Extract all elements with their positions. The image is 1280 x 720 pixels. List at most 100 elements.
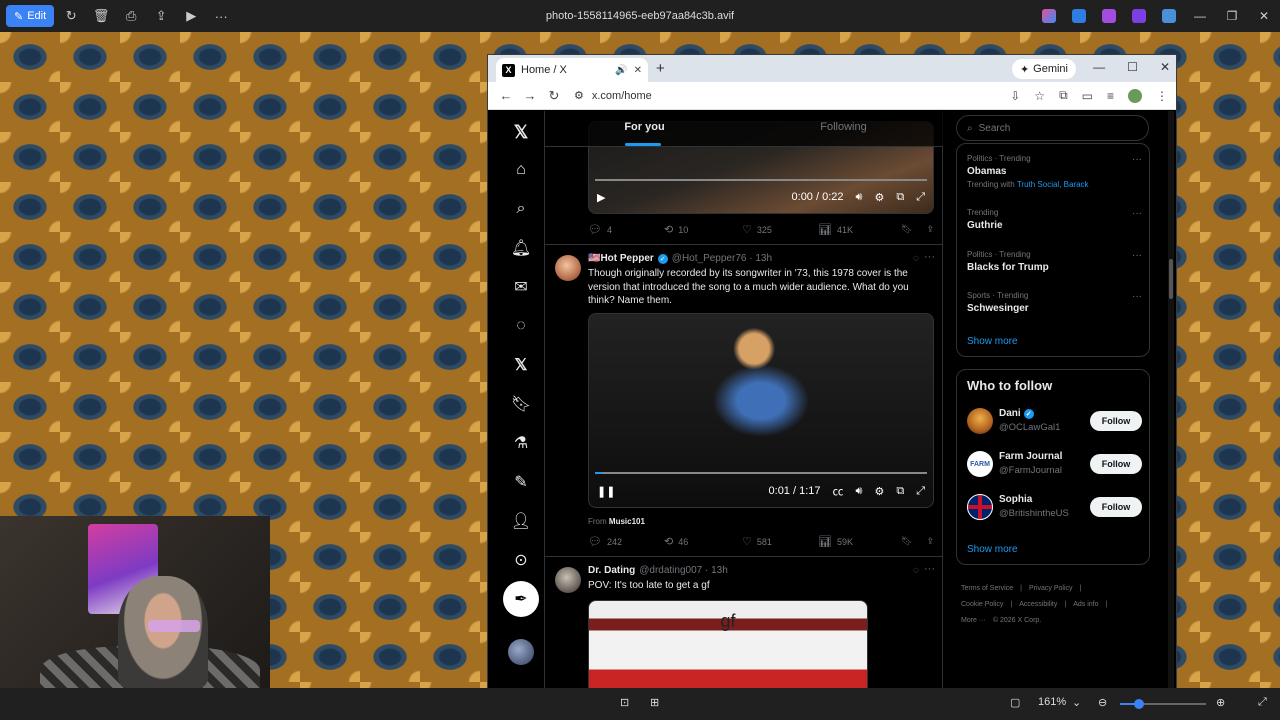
show-more-link[interactable]: Show more <box>967 336 1018 347</box>
jobs-icon[interactable]: ⚗ <box>508 430 534 456</box>
play-icon[interactable]: ▶ <box>597 191 605 204</box>
cookie-link[interactable]: Cookie Policy <box>961 601 1003 608</box>
like-button[interactable]: ♡ 581 <box>742 535 818 548</box>
reload-icon[interactable]: ↻ <box>542 88 566 104</box>
fullscreen-icon[interactable]: ⤢ <box>916 191 925 204</box>
zoom-in-icon[interactable]: ⊕ <box>1216 696 1225 709</box>
cloud-icon[interactable] <box>1162 9 1176 23</box>
pause-icon[interactable]: ❚❚ <box>597 485 615 498</box>
tab-for-you[interactable]: For you <box>545 111 744 146</box>
url-field[interactable]: ⚙ x.com/home <box>574 89 652 103</box>
x-logo-icon[interactable]: 𝕏 <box>508 119 534 145</box>
new-tab-icon[interactable]: + <box>656 60 665 77</box>
user-avatar[interactable] <box>967 494 993 520</box>
user-avatar[interactable] <box>967 408 993 434</box>
reply-button[interactable]: 💬︎ 242 <box>588 535 664 548</box>
bookmarks-icon[interactable]: 🔖︎ <box>508 391 534 417</box>
edit-button[interactable]: ✎ Edit <box>6 5 55 27</box>
slideshow-icon[interactable]: ▶ <box>178 3 204 29</box>
more-icon[interactable]: ··· <box>924 251 935 263</box>
designer-icon[interactable] <box>1072 9 1086 23</box>
reading-list-icon[interactable]: ≡ <box>1107 89 1114 103</box>
more-icon[interactable]: ··· <box>1132 250 1142 261</box>
maximize-icon[interactable]: ☐ <box>1127 60 1138 74</box>
trend-item[interactable]: Politics · Trending Obamas Trending with… <box>967 154 1142 189</box>
gemini-button[interactable]: ✦ Gemini <box>1011 59 1076 79</box>
display-name[interactable]: Sophia <box>999 494 1032 505</box>
zoom-level[interactable]: 161% <box>1038 696 1066 708</box>
close-icon[interactable]: ✕ <box>1160 60 1170 74</box>
handle[interactable]: @drdating007 · 13h <box>639 565 728 576</box>
more-icon[interactable]: ··· <box>1132 154 1142 165</box>
settings-icon[interactable]: ⚙ <box>874 485 884 498</box>
post[interactable]: 🇺🇸Hot Pepper ✓ @Hot_Pepper76 · 13h ◌ ···… <box>545 244 943 555</box>
delete-icon[interactable]: 🗑 <box>88 3 114 29</box>
messages-icon[interactable]: ✉ <box>508 274 534 300</box>
grok-icon[interactable]: ◌ <box>913 565 919 576</box>
follow-button[interactable]: Follow <box>1090 497 1142 517</box>
account-avatar[interactable] <box>508 639 534 665</box>
close-tab-icon[interactable]: ✕ <box>634 65 642 76</box>
restore-icon[interactable]: ❐ <box>1216 9 1248 23</box>
trend-item[interactable]: Politics · Trending Blacks for Trump ··· <box>967 250 1142 273</box>
repost-button[interactable]: ⟲ 46 <box>664 535 742 548</box>
repost-button[interactable]: ⟲ 10 <box>664 223 742 236</box>
split-icon[interactable]: ▭ <box>1082 89 1093 103</box>
grok-icon[interactable]: ◌ <box>508 313 534 339</box>
chevron-down-icon[interactable]: ⌄ <box>1072 696 1081 709</box>
articles-icon[interactable]: ✎ <box>508 469 534 495</box>
views-button[interactable]: 📊︎ 41K <box>818 223 894 236</box>
premium-x-icon[interactable]: 𝕏 <box>508 352 534 378</box>
video-source[interactable]: From Music101 <box>588 517 645 526</box>
more-icon[interactable]: ··· <box>1132 208 1142 219</box>
rotate-icon[interactable]: ↻ <box>58 3 84 29</box>
pip-icon[interactable]: ⧉ <box>896 485 904 498</box>
display-name[interactable]: Dr. Dating <box>588 565 635 576</box>
display-name[interactable]: 🇺🇸Hot Pepper <box>588 253 654 264</box>
crop-icon[interactable]: ⊡ <box>620 696 629 709</box>
adjust-icon[interactable]: ⊞ <box>650 696 659 709</box>
zoom-out-icon[interactable]: ⊖ <box>1098 696 1107 709</box>
display-name[interactable]: Farm Journal <box>999 451 1062 462</box>
more-icon[interactable]: ··· <box>208 3 234 29</box>
follow-suggestion[interactable]: Sophia @BritishintheUS Follow <box>967 492 1142 522</box>
menu-icon[interactable]: ⋮ <box>1156 89 1168 103</box>
ads-info-link[interactable]: Ads info <box>1073 601 1098 608</box>
zoom-slider-thumb[interactable] <box>1134 699 1144 709</box>
more-link[interactable]: More ··· <box>961 617 986 624</box>
more-icon[interactable]: ⊙ <box>508 547 534 573</box>
follow-suggestion[interactable]: FARM Farm Journal @FarmJournal Follow <box>967 449 1142 479</box>
share-icon[interactable]: ⇪ <box>148 3 174 29</box>
video-player[interactable]: ❚❚ 0:01 / 1:17 ㏄ 🔊︎ ⚙ ⧉ ⤢ <box>588 313 934 508</box>
show-more-link[interactable]: Show more <box>967 544 1018 555</box>
copilot-icon[interactable] <box>1042 9 1056 23</box>
fullscreen-icon[interactable]: ⤢ <box>916 485 925 498</box>
tab-following[interactable]: Following <box>744 111 943 146</box>
pip-icon[interactable]: ⧉ <box>896 191 904 204</box>
bookmark-icon[interactable]: 🔖︎ <box>901 536 912 547</box>
minimize-icon[interactable]: — <box>1093 60 1105 74</box>
follow-button[interactable]: Follow <box>1090 454 1142 474</box>
fullscreen-icon[interactable]: ⤢ <box>1258 696 1267 709</box>
like-button[interactable]: ♡ 325 <box>742 223 818 236</box>
browser-tab[interactable]: X Home / X 🔊 ✕ <box>496 58 648 82</box>
captions-icon[interactable]: ㏄ <box>833 483 844 499</box>
reply-button[interactable]: 💬︎ 4 <box>588 223 664 236</box>
user-avatar[interactable] <box>555 567 581 593</box>
notifications-icon[interactable]: 🔔︎ <box>508 235 534 261</box>
profile-icon[interactable]: 👤︎ <box>508 508 534 534</box>
share-icon[interactable]: ⇪ <box>926 224 934 235</box>
views-button[interactable]: 📊︎ 59K <box>818 535 894 548</box>
trend-item[interactable]: Trending Guthrie ··· <box>967 208 1142 231</box>
home-icon[interactable]: ⌂ <box>508 157 534 183</box>
privacy-link[interactable]: Privacy Policy <box>1029 585 1073 592</box>
close-icon[interactable]: ✕ <box>1248 9 1280 23</box>
video-player[interactable]: gf <box>588 600 868 689</box>
extensions-icon[interactable]: ⧉ <box>1059 88 1068 103</box>
minimize-icon[interactable]: — <box>1184 9 1216 23</box>
app-icon[interactable] <box>1132 9 1146 23</box>
more-icon[interactable]: ··· <box>924 563 935 575</box>
trend-links[interactable]: Truth Social, Barack <box>1017 180 1089 189</box>
post-button[interactable]: ✒ <box>503 581 539 617</box>
volume-icon[interactable]: 🔊︎ <box>856 485 863 498</box>
